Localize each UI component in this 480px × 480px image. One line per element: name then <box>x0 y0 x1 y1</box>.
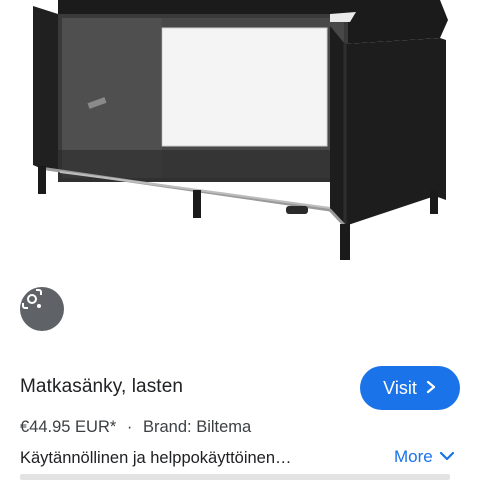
product-meta: €44.95 EUR* · Brand: Biltema <box>20 418 251 437</box>
truncated-next-line <box>20 474 460 480</box>
product-image[interactable] <box>0 0 480 350</box>
meta-separator: · <box>126 418 133 436</box>
price: €44.95 EUR* <box>20 418 117 436</box>
more-button[interactable]: More <box>394 447 455 467</box>
product-description: Käytännöllinen ja helppokäyttöinen… <box>20 449 292 467</box>
brand: Brand: Biltema <box>143 418 252 436</box>
more-label: More <box>394 447 433 466</box>
visit-button[interactable]: Visit <box>360 366 460 410</box>
travel-cot-image <box>33 0 448 260</box>
chevron-right-icon <box>425 378 437 399</box>
lens-button[interactable] <box>20 287 64 331</box>
search-result-screen: Matkasänky, lasten Visit €44.95 EUR* · B… <box>0 0 480 480</box>
visit-label: Visit <box>383 377 417 398</box>
chevron-down-icon <box>439 447 455 467</box>
product-title[interactable]: Matkasänky, lasten <box>20 376 183 398</box>
